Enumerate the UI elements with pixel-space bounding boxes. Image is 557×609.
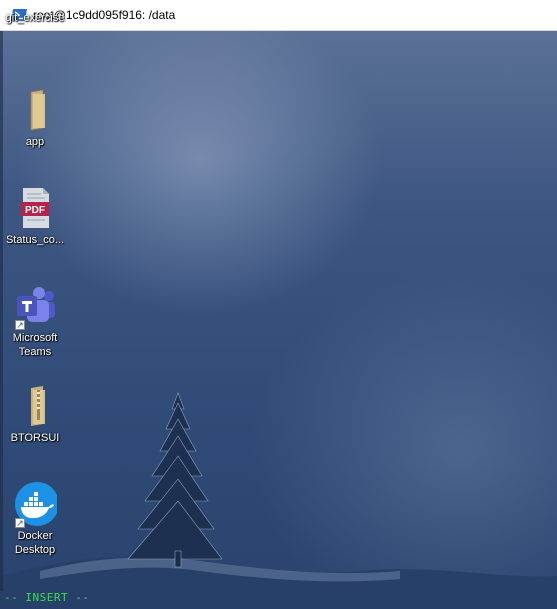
vim-mode-indicator: -- INSERT -- [4,591,90,604]
desktop-icon-label: Microsoft Teams [12,332,58,358]
pdf-badge: PDF [25,205,45,216]
docker-icon: ↗ [13,482,59,528]
shortcut-arrow-icon: ↗ [15,320,25,330]
zip-folder-icon [31,386,45,426]
desktop-icon-status-pdf[interactable]: PDF Status_co... [0,186,70,247]
window-titlebar[interactable]: root@1c9dd095f916: /data [0,0,557,31]
desktop-icon-label: Status_co... [5,234,65,246]
desktop-wallpaper [0,31,557,609]
desktop-icon-app[interactable]: app [0,88,70,149]
teams-icon: ↗ [13,284,57,330]
pdf-icon: PDF [13,186,57,230]
desktop-icon-git-exercise[interactable]: git_exercise [0,8,70,25]
folder-icon [30,89,45,131]
snow-tree-scene [0,392,557,609]
desktop-icon-btorsui[interactable]: BTORSUI [0,384,70,445]
desktop-icon-label: git_exercise [5,12,65,24]
desktop-icon-label: BTORSUI [10,432,60,444]
desktop-icon-label: Docker Desktop [14,530,56,556]
shortcut-arrow-icon: ↗ [15,518,25,528]
desktop-icon-label: app [25,136,45,148]
desktop-icon-microsoft-teams[interactable]: ↗ Microsoft Teams [0,284,70,359]
desktop-icon-docker-desktop[interactable]: ↗ Docker Desktop [0,482,70,557]
